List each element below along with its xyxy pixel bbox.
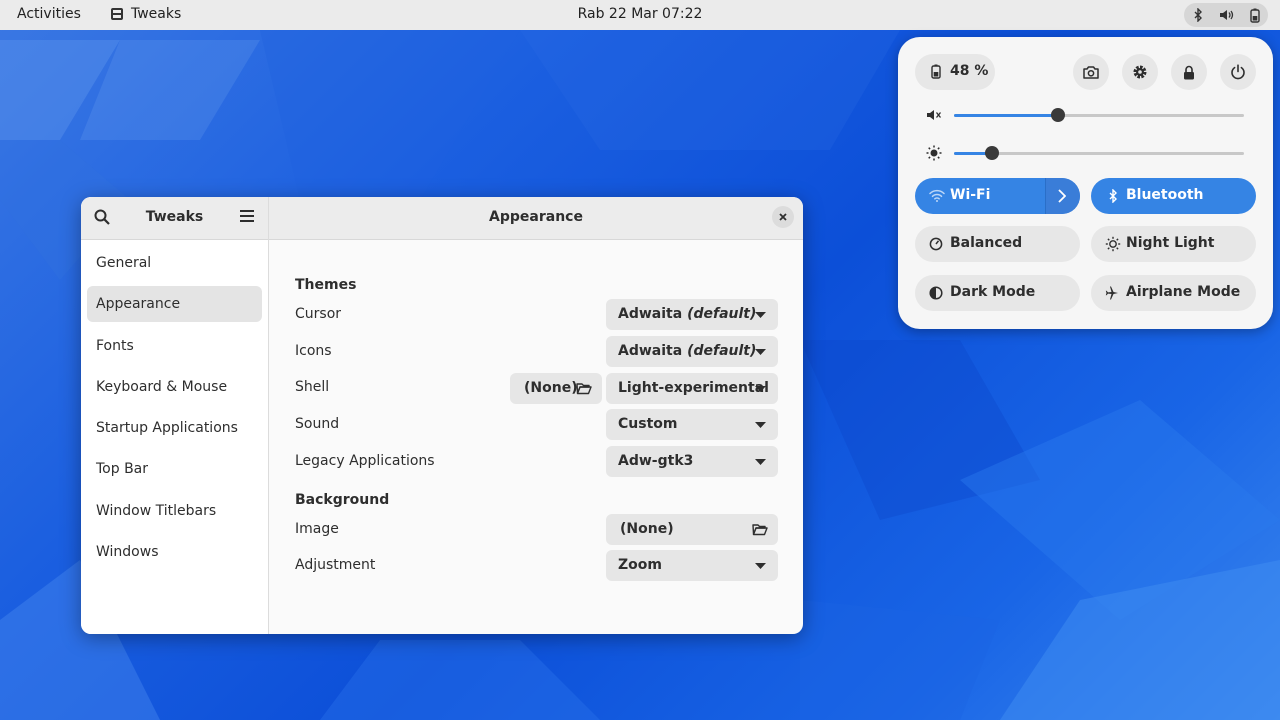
sidebar-header: Tweaks — [81, 197, 268, 240]
brightness-slider[interactable] — [954, 146, 1244, 160]
shell-value: Light-experimental — [618, 380, 769, 396]
image-file-chooser[interactable]: (None) — [606, 514, 778, 545]
wifi-toggle[interactable]: Wi-Fi — [915, 178, 1080, 214]
chevron-down-icon — [755, 312, 766, 318]
cursor-label: Cursor — [295, 306, 342, 322]
system-tray[interactable] — [1184, 3, 1268, 27]
sidebar-item-windows[interactable]: Windows — [87, 534, 262, 570]
folder-open-icon — [576, 383, 592, 395]
volume-slider[interactable] — [954, 108, 1244, 122]
icons-label: Icons — [295, 343, 332, 359]
settings-button[interactable] — [1122, 54, 1158, 90]
chevron-right-icon — [1058, 189, 1066, 203]
shell-dropdown[interactable]: Light-experimental — [606, 373, 778, 404]
airplane-mode-toggle[interactable]: Airplane Mode — [1091, 275, 1256, 311]
shell-label: Shell — [295, 379, 330, 395]
sidebar-item-keyboard-mouse[interactable]: Keyboard & Mouse — [87, 369, 262, 405]
legacy-value: Adw-gtk3 — [618, 453, 694, 469]
balanced-label: Balanced — [950, 235, 1023, 251]
sidebar-nav: General Appearance Fonts Keyboard & Mous… — [81, 240, 268, 580]
close-button[interactable] — [772, 206, 794, 228]
bluetooth-icon — [1109, 189, 1117, 203]
camera-icon — [1083, 66, 1099, 79]
power-button[interactable] — [1220, 54, 1256, 90]
lock-icon — [1184, 65, 1194, 79]
screenshot-button[interactable] — [1073, 54, 1109, 90]
shell-file-chooser[interactable]: (None) — [510, 373, 602, 404]
image-label: Image — [295, 521, 339, 537]
battery-icon — [931, 64, 941, 79]
content-header: Appearance — [269, 197, 803, 240]
dark-mode-label: Dark Mode — [950, 284, 1036, 300]
legacy-applications-label: Legacy Applications — [295, 453, 435, 469]
legacy-applications-dropdown[interactable]: Adw-gtk3 — [606, 446, 778, 477]
sidebar-item-top-bar[interactable]: Top Bar — [87, 451, 262, 487]
cursor-default-suffix: (default) — [687, 306, 757, 322]
gear-icon — [1133, 65, 1147, 79]
volume-slider-handle[interactable] — [1051, 108, 1066, 122]
top-bar: Activities Tweaks Rab 22 Mar 07:22 — [0, 0, 1280, 30]
volume-icon — [1219, 10, 1234, 20]
content-pane: Appearance Themes Cursor Adwaita (defaul… — [269, 197, 803, 634]
sidebar-item-fonts[interactable]: Fonts — [87, 328, 262, 364]
tweaks-window: Tweaks General Appearance Fonts Keyboard… — [81, 197, 803, 634]
sidebar-item-general[interactable]: General — [87, 245, 262, 281]
sidebar-item-startup-applications[interactable]: Startup Applications — [87, 410, 262, 446]
night-light-icon — [1105, 236, 1121, 252]
dark-mode-toggle[interactable]: Dark Mode — [915, 275, 1080, 311]
power-profile-icon — [929, 237, 943, 251]
battery-icon — [1250, 8, 1261, 23]
quick-settings-panel: 48 % Wi-Fi Bluetooth Balanced Night Ligh… — [898, 37, 1273, 329]
chevron-down-icon — [755, 459, 766, 465]
icons-default-suffix: (default) — [687, 343, 757, 359]
volume-muted-icon[interactable] — [926, 108, 942, 122]
brightness-slider-handle[interactable] — [984, 146, 999, 160]
battery-percent: 48 % — [950, 63, 989, 79]
sidebar-item-appearance[interactable]: Appearance — [87, 286, 262, 323]
chevron-down-icon — [755, 422, 766, 428]
icons-value: Adwaita — [618, 343, 683, 359]
chevron-down-icon — [755, 386, 766, 392]
folder-open-icon — [752, 524, 768, 536]
bluetooth-toggle[interactable]: Bluetooth — [1091, 178, 1256, 214]
airplane-icon — [1105, 286, 1118, 300]
cursor-dropdown[interactable]: Adwaita (default) — [606, 299, 778, 330]
wifi-label: Wi-Fi — [950, 187, 991, 203]
sidebar: Tweaks General Appearance Fonts Keyboard… — [81, 197, 269, 634]
brightness-icon — [926, 145, 942, 161]
sidebar-item-window-titlebars[interactable]: Window Titlebars — [87, 493, 262, 529]
icons-dropdown[interactable]: Adwaita (default) — [606, 336, 778, 367]
power-mode-toggle[interactable]: Balanced — [915, 226, 1080, 262]
wifi-icon — [929, 189, 945, 202]
wifi-expand-button[interactable] — [1045, 178, 1080, 214]
dark-mode-icon — [929, 286, 943, 300]
sound-label: Sound — [295, 416, 340, 432]
night-light-toggle[interactable]: Night Light — [1091, 226, 1256, 262]
close-icon — [779, 213, 787, 221]
lock-button[interactable] — [1171, 54, 1207, 90]
bluetooth-label: Bluetooth — [1126, 187, 1204, 203]
adjustment-label: Adjustment — [295, 557, 376, 573]
page-title: Appearance — [489, 209, 583, 225]
battery-indicator[interactable]: 48 % — [915, 54, 995, 90]
shell-file-value: (None) — [524, 380, 578, 396]
bluetooth-icon — [1194, 8, 1202, 22]
themes-heading: Themes — [295, 277, 357, 293]
night-light-label: Night Light — [1126, 235, 1215, 251]
power-icon — [1231, 64, 1245, 80]
hamburger-menu-icon[interactable] — [240, 210, 254, 222]
sound-value: Custom — [618, 416, 678, 432]
image-value: (None) — [620, 521, 674, 537]
chevron-down-icon — [755, 349, 766, 355]
background-heading: Background — [295, 492, 390, 508]
adjustment-value: Zoom — [618, 557, 662, 573]
chevron-down-icon — [755, 563, 766, 569]
clock[interactable]: Rab 22 Mar 07:22 — [0, 6, 1280, 22]
cursor-value: Adwaita — [618, 306, 683, 322]
volume-slider-fill — [954, 114, 1059, 117]
airplane-mode-label: Airplane Mode — [1126, 284, 1241, 300]
adjustment-dropdown[interactable]: Zoom — [606, 550, 778, 581]
sound-dropdown[interactable]: Custom — [606, 409, 778, 440]
